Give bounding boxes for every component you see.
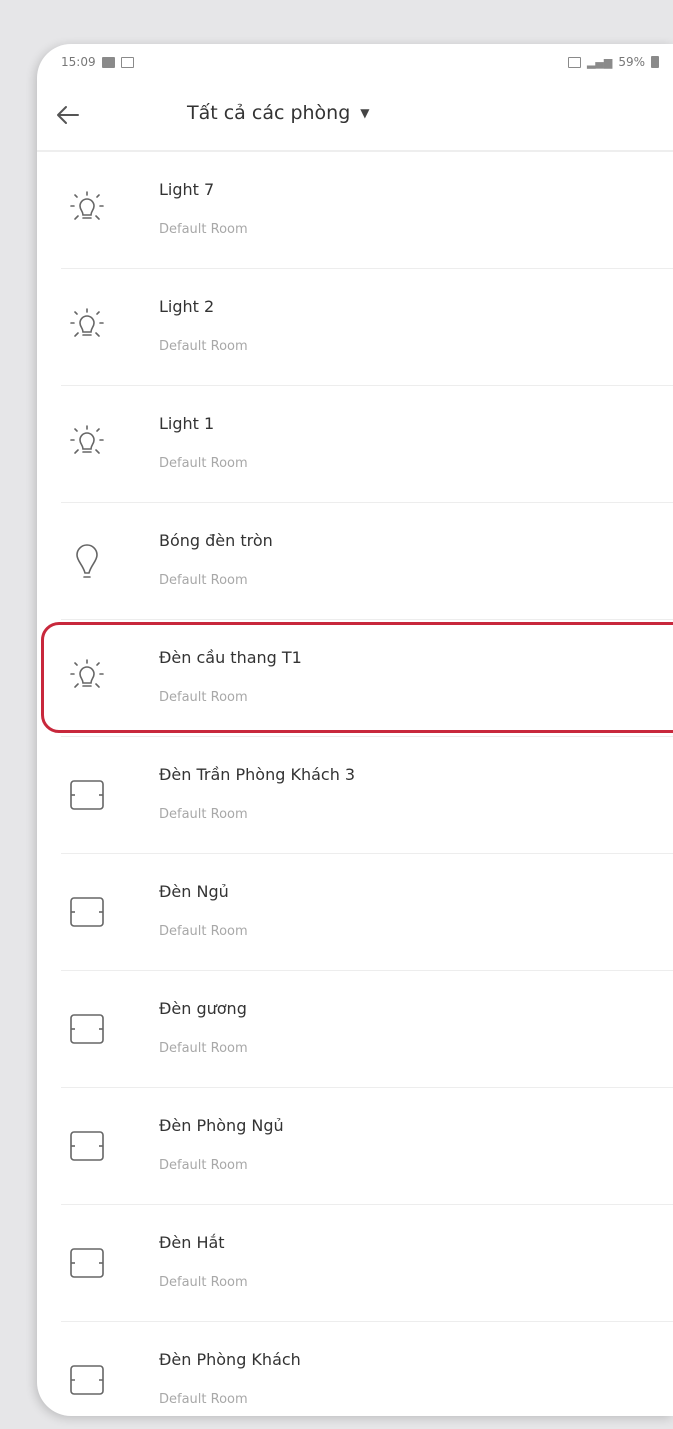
device-name: Bóng đèn tròn	[159, 531, 273, 550]
signal-icon: ▂▄▆	[586, 55, 613, 69]
device-room: Default Room	[159, 1275, 248, 1290]
status-bar: 15:09 ▂▄▆ 59%	[37, 44, 673, 80]
device-name: Đèn gương	[159, 999, 247, 1018]
device-room: Default Room	[159, 924, 248, 939]
switch-panel-icon	[65, 1007, 109, 1051]
back-arrow-icon[interactable]	[51, 98, 85, 132]
device-list-item[interactable]: Đèn Phòng Ngủ Default Room	[37, 1088, 673, 1205]
switch-panel-icon	[65, 773, 109, 817]
notification-icon	[101, 56, 115, 68]
device-room: Default Room	[159, 222, 248, 237]
switch-panel-icon	[65, 890, 109, 934]
device-name: Light 1	[159, 414, 215, 433]
device-room: Default Room	[159, 1392, 248, 1407]
app-bar: Tất cả các phòng ▼	[37, 80, 673, 152]
device-room: Default Room	[159, 1158, 248, 1173]
round-bulb-icon	[65, 539, 109, 583]
device-list-item[interactable]: Bóng đèn tròn Default Room	[37, 503, 673, 620]
device-list-item[interactable]: Đèn Phòng Khách Default Room	[37, 1322, 673, 1416]
light-bulb-icon	[65, 422, 109, 466]
switch-panel-icon	[65, 1241, 109, 1285]
device-room: Default Room	[159, 1041, 248, 1056]
device-room: Default Room	[159, 690, 248, 705]
device-list-item[interactable]: Đèn cầu thang T1 Default Room	[37, 620, 673, 737]
battery-icon	[651, 56, 659, 68]
device-name: Đèn Phòng Ngủ	[159, 1116, 284, 1135]
device-list-item[interactable]: Light 2 Default Room	[37, 269, 673, 386]
chevron-down-icon: ▼	[360, 106, 370, 120]
device-name: Đèn Hắt	[159, 1233, 225, 1252]
device-list-item[interactable]: Light 7 Default Room	[37, 152, 673, 269]
light-bulb-icon	[65, 305, 109, 349]
status-time: 15:09	[61, 55, 96, 69]
page-title: Tất cả các phòng	[187, 102, 351, 124]
device-list-item[interactable]: Đèn Hắt Default Room	[37, 1205, 673, 1322]
status-right: ▂▄▆ 59%	[567, 55, 659, 69]
light-bulb-icon	[65, 656, 109, 700]
device-name: Đèn Trần Phòng Khách 3	[159, 765, 356, 784]
device-list-item[interactable]: Light 1 Default Room	[37, 386, 673, 503]
switch-panel-icon	[65, 1124, 109, 1168]
battery-percent: 59%	[618, 55, 645, 69]
device-name: Đèn Ngủ	[159, 882, 229, 901]
light-bulb-icon	[65, 188, 109, 232]
device-name: Light 7	[159, 180, 215, 199]
device-list: Light 7 Default Room Light 2 Default Room Li…	[37, 152, 673, 1416]
switch-panel-icon	[65, 1358, 109, 1402]
device-name: Light 2	[159, 297, 215, 316]
device-name: Đèn cầu thang T1	[159, 648, 302, 667]
status-left: 15:09	[61, 55, 134, 69]
phone-screen: 15:09 ▂▄▆ 59% Tất cả các phòng ▼ Light 7…	[37, 44, 673, 1416]
device-room: Default Room	[159, 573, 248, 588]
room-filter-dropdown[interactable]: Tất cả các phòng ▼	[187, 102, 370, 124]
device-room: Default Room	[159, 807, 248, 822]
nfc-icon	[567, 56, 581, 68]
image-icon	[120, 56, 134, 68]
device-room: Default Room	[159, 456, 248, 471]
device-list-item[interactable]: Đèn Ngủ Default Room	[37, 854, 673, 971]
device-name: Đèn Phòng Khách	[159, 1350, 301, 1369]
device-list-item[interactable]: Đèn gương Default Room	[37, 971, 673, 1088]
device-list-item[interactable]: Đèn Trần Phòng Khách 3 Default Room	[37, 737, 673, 854]
device-room: Default Room	[159, 339, 248, 354]
